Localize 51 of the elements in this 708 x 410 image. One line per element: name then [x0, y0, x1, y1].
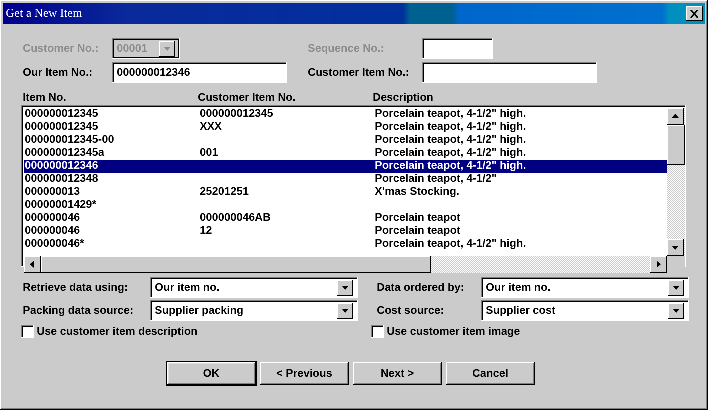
list-row[interactable]: 000000046 000000046AB Porcelain teapot — [24, 212, 667, 225]
dialog-button[interactable]: < Previous — [260, 362, 349, 385]
dialog-button[interactable]: Next > — [353, 362, 442, 385]
down-arrow-icon — [164, 45, 170, 52]
checkbox-label: Use customer item description — [37, 326, 198, 338]
list-row[interactable]: 000000046 12 Porcelain teapot — [24, 225, 667, 238]
list-row[interactable]: 000000012346 Porcelain teapot, 4-1/2" high. — [24, 160, 667, 173]
option-label: Cost source: — [376, 304, 446, 316]
down-arrow-icon — [672, 307, 680, 314]
input-field[interactable] — [422, 62, 597, 83]
option-label: Retrieve data using: — [22, 282, 130, 294]
column-header: Customer Item No. — [198, 92, 297, 105]
option-label: Data ordered by: — [376, 282, 466, 294]
field-label: Customer No.: — [22, 42, 100, 54]
field-label: Sequence No.: — [307, 42, 386, 54]
dialog-button[interactable]: Cancel — [446, 362, 535, 385]
list-row[interactable]: 00000001429* — [24, 199, 667, 212]
down-arrow-icon — [342, 307, 348, 314]
list-row[interactable]: 000000046* Porcelain teapot, 4-1/2" high. — [24, 238, 667, 251]
down-arrow-icon — [672, 244, 679, 251]
horizontal-scrollbar[interactable] — [24, 256, 667, 273]
list-row[interactable]: 000000012345 000000012345 Porcelain teapot, 4-1/2" high. — [24, 108, 667, 121]
left-arrow-icon — [29, 261, 36, 268]
dialog-button[interactable]: OK — [167, 362, 256, 385]
close-icon — [690, 10, 699, 18]
dropdown[interactable]: Our item no. — [481, 277, 689, 298]
dropdown[interactable]: Our item no. — [150, 277, 358, 298]
dropdown[interactable]: Supplier cost — [481, 300, 689, 321]
column-header: Description — [373, 92, 435, 105]
column-header: Item No. — [23, 92, 68, 105]
dropdown[interactable]: Supplier packing — [150, 300, 358, 321]
checkbox[interactable] — [21, 325, 34, 338]
down-arrow-icon — [342, 284, 348, 291]
input-field[interactable]: 000000012346 — [112, 62, 287, 83]
field-label: Our Item No.: — [22, 66, 94, 78]
right-arrow-icon — [655, 261, 662, 268]
input-field[interactable] — [422, 38, 493, 59]
field-label: Customer Item No.: — [307, 66, 410, 78]
list-row[interactable]: 000000012345a 001 Porcelain teapot, 4-1/2" high. — [24, 147, 667, 160]
window-title: Get a New Item — [6, 6, 82, 21]
option-label: Packing data source: — [22, 304, 135, 316]
checkbox-label: Use customer item image — [387, 326, 520, 338]
list-row[interactable]: 000000012345 XXX Porcelain teapot, 4-1/2" high. — [24, 121, 667, 134]
close-button[interactable] — [686, 6, 703, 21]
vertical-scrollbar[interactable] — [667, 108, 685, 256]
list-row[interactable]: 000000012345-00 Porcelain teapot, 4-1/2" high. — [24, 134, 667, 147]
list-row[interactable]: 000000013 25201251 X'mas Stocking. — [24, 186, 667, 199]
up-arrow-icon — [672, 113, 679, 120]
down-arrow-icon — [672, 284, 680, 291]
list-row[interactable]: 000000012348 Porcelain teapot, 4-1/2" — [24, 173, 667, 186]
checkbox[interactable] — [371, 325, 384, 338]
